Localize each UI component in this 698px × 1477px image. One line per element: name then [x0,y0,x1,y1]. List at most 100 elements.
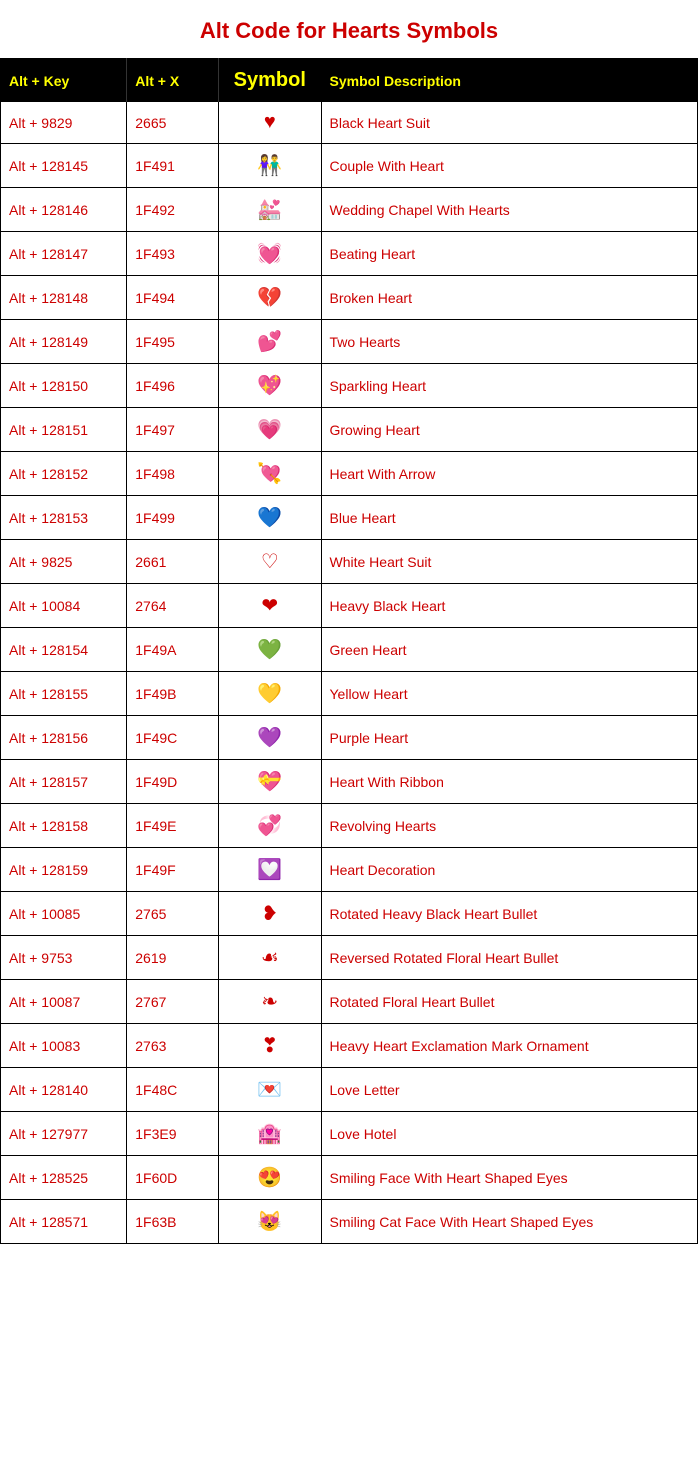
cell-altkey: Alt + 128571 [1,1200,127,1244]
table-row: Alt + 1281501F496💖Sparkling Heart [1,364,698,408]
cell-desc: Rotated Heavy Black Heart Bullet [321,892,698,936]
cell-altkey: Alt + 128156 [1,716,127,760]
table-row: Alt + 1281561F49C💜Purple Heart [1,716,698,760]
cell-desc: Beating Heart [321,232,698,276]
cell-desc: White Heart Suit [321,540,698,584]
cell-altx: 1F3E9 [127,1112,219,1156]
cell-altkey: Alt + 128525 [1,1156,127,1200]
table-row: Alt + 1281461F492💒Wedding Chapel With He… [1,188,698,232]
table-row: Alt + 1281471F493💓Beating Heart [1,232,698,276]
cell-altkey: Alt + 128159 [1,848,127,892]
cell-altx: 2767 [127,980,219,1024]
cell-altkey: Alt + 128157 [1,760,127,804]
cell-symbol: 💙 [219,496,321,540]
cell-altkey: Alt + 128154 [1,628,127,672]
cell-altx: 1F493 [127,232,219,276]
table-row: Alt + 1281511F497💗Growing Heart [1,408,698,452]
hearts-table: Alt + Key Alt + X Symbol Symbol Descript… [0,58,698,1244]
cell-altkey: Alt + 128150 [1,364,127,408]
cell-altx: 1F49B [127,672,219,716]
cell-symbol: 💗 [219,408,321,452]
cell-symbol: 💒 [219,188,321,232]
cell-desc: Heavy Black Heart [321,584,698,628]
cell-altkey: Alt + 128152 [1,452,127,496]
cell-altkey: Alt + 128158 [1,804,127,848]
cell-altx: 1F495 [127,320,219,364]
table-row: Alt + 100872767❧Rotated Floral Heart Bul… [1,980,698,1024]
cell-desc: Love Hotel [321,1112,698,1156]
cell-altx: 2619 [127,936,219,980]
page-title: Alt Code for Hearts Symbols [0,0,698,58]
table-row: Alt + 100852765❥Rotated Heavy Black Hear… [1,892,698,936]
cell-symbol: 💘 [219,452,321,496]
header-symbol: Symbol [219,59,321,103]
cell-desc: Wedding Chapel With Hearts [321,188,698,232]
cell-altx: 1F49D [127,760,219,804]
cell-desc: Purple Heart [321,716,698,760]
cell-altkey: Alt + 10087 [1,980,127,1024]
cell-altx: 2763 [127,1024,219,1068]
cell-altx: 1F496 [127,364,219,408]
cell-altx: 1F49E [127,804,219,848]
cell-symbol: ☙ [219,936,321,980]
cell-desc: Smiling Cat Face With Heart Shaped Eyes [321,1200,698,1244]
table-header-row: Alt + Key Alt + X Symbol Symbol Descript… [1,59,698,103]
table-row: Alt + 1281551F49B💛Yellow Heart [1,672,698,716]
cell-symbol: ❥ [219,892,321,936]
cell-desc: Blue Heart [321,496,698,540]
cell-desc: Heart With Ribbon [321,760,698,804]
cell-desc: Sparkling Heart [321,364,698,408]
table-row: Alt + 97532619☙Reversed Rotated Floral H… [1,936,698,980]
cell-altkey: Alt + 128149 [1,320,127,364]
cell-symbol: 💜 [219,716,321,760]
cell-symbol: 💌 [219,1068,321,1112]
cell-symbol: 💞 [219,804,321,848]
table-row: Alt + 1281521F498💘Heart With Arrow [1,452,698,496]
table-row: Alt + 98252661♡White Heart Suit [1,540,698,584]
cell-desc: Heavy Heart Exclamation Mark Ornament [321,1024,698,1068]
cell-desc: Rotated Floral Heart Bullet [321,980,698,1024]
cell-altkey: Alt + 128148 [1,276,127,320]
cell-desc: Green Heart [321,628,698,672]
header-altx: Alt + X [127,59,219,103]
cell-symbol: 😍 [219,1156,321,1200]
cell-symbol: 💝 [219,760,321,804]
cell-altkey: Alt + 10084 [1,584,127,628]
cell-altkey: Alt + 9829 [1,102,127,144]
cell-symbol: 💚 [219,628,321,672]
cell-altx: 1F60D [127,1156,219,1200]
cell-altx: 1F497 [127,408,219,452]
header-altkey: Alt + Key [1,59,127,103]
cell-altkey: Alt + 128153 [1,496,127,540]
cell-altkey: Alt + 10083 [1,1024,127,1068]
cell-symbol: ❧ [219,980,321,1024]
cell-symbol: 💓 [219,232,321,276]
cell-altkey: Alt + 127977 [1,1112,127,1156]
cell-altkey: Alt + 9825 [1,540,127,584]
cell-desc: Reversed Rotated Floral Heart Bullet [321,936,698,980]
cell-altkey: Alt + 10085 [1,892,127,936]
cell-altx: 1F49A [127,628,219,672]
cell-desc: Two Hearts [321,320,698,364]
cell-altx: 1F494 [127,276,219,320]
cell-altkey: Alt + 128145 [1,144,127,188]
table-row: Alt + 100842764❤Heavy Black Heart [1,584,698,628]
cell-altx: 1F49C [127,716,219,760]
cell-altkey: Alt + 128146 [1,188,127,232]
table-row: Alt + 1285251F60D😍Smiling Face With Hear… [1,1156,698,1200]
cell-altkey: Alt + 128155 [1,672,127,716]
table-row: Alt + 1281541F49A💚Green Heart [1,628,698,672]
cell-desc: Black Heart Suit [321,102,698,144]
cell-altx: 1F499 [127,496,219,540]
table-row: Alt + 1285711F63B😻Smiling Cat Face With … [1,1200,698,1244]
cell-symbol: 🏩 [219,1112,321,1156]
cell-symbol: 💟 [219,848,321,892]
table-row: Alt + 1279771F3E9🏩Love Hotel [1,1112,698,1156]
table-row: Alt + 100832763❣Heavy Heart Exclamation … [1,1024,698,1068]
table-row: Alt + 1281451F491👫Couple With Heart [1,144,698,188]
table-row: Alt + 1281591F49F💟Heart Decoration [1,848,698,892]
cell-symbol: 💕 [219,320,321,364]
cell-altx: 1F48C [127,1068,219,1112]
cell-symbol: ♡ [219,540,321,584]
cell-altx: 1F498 [127,452,219,496]
